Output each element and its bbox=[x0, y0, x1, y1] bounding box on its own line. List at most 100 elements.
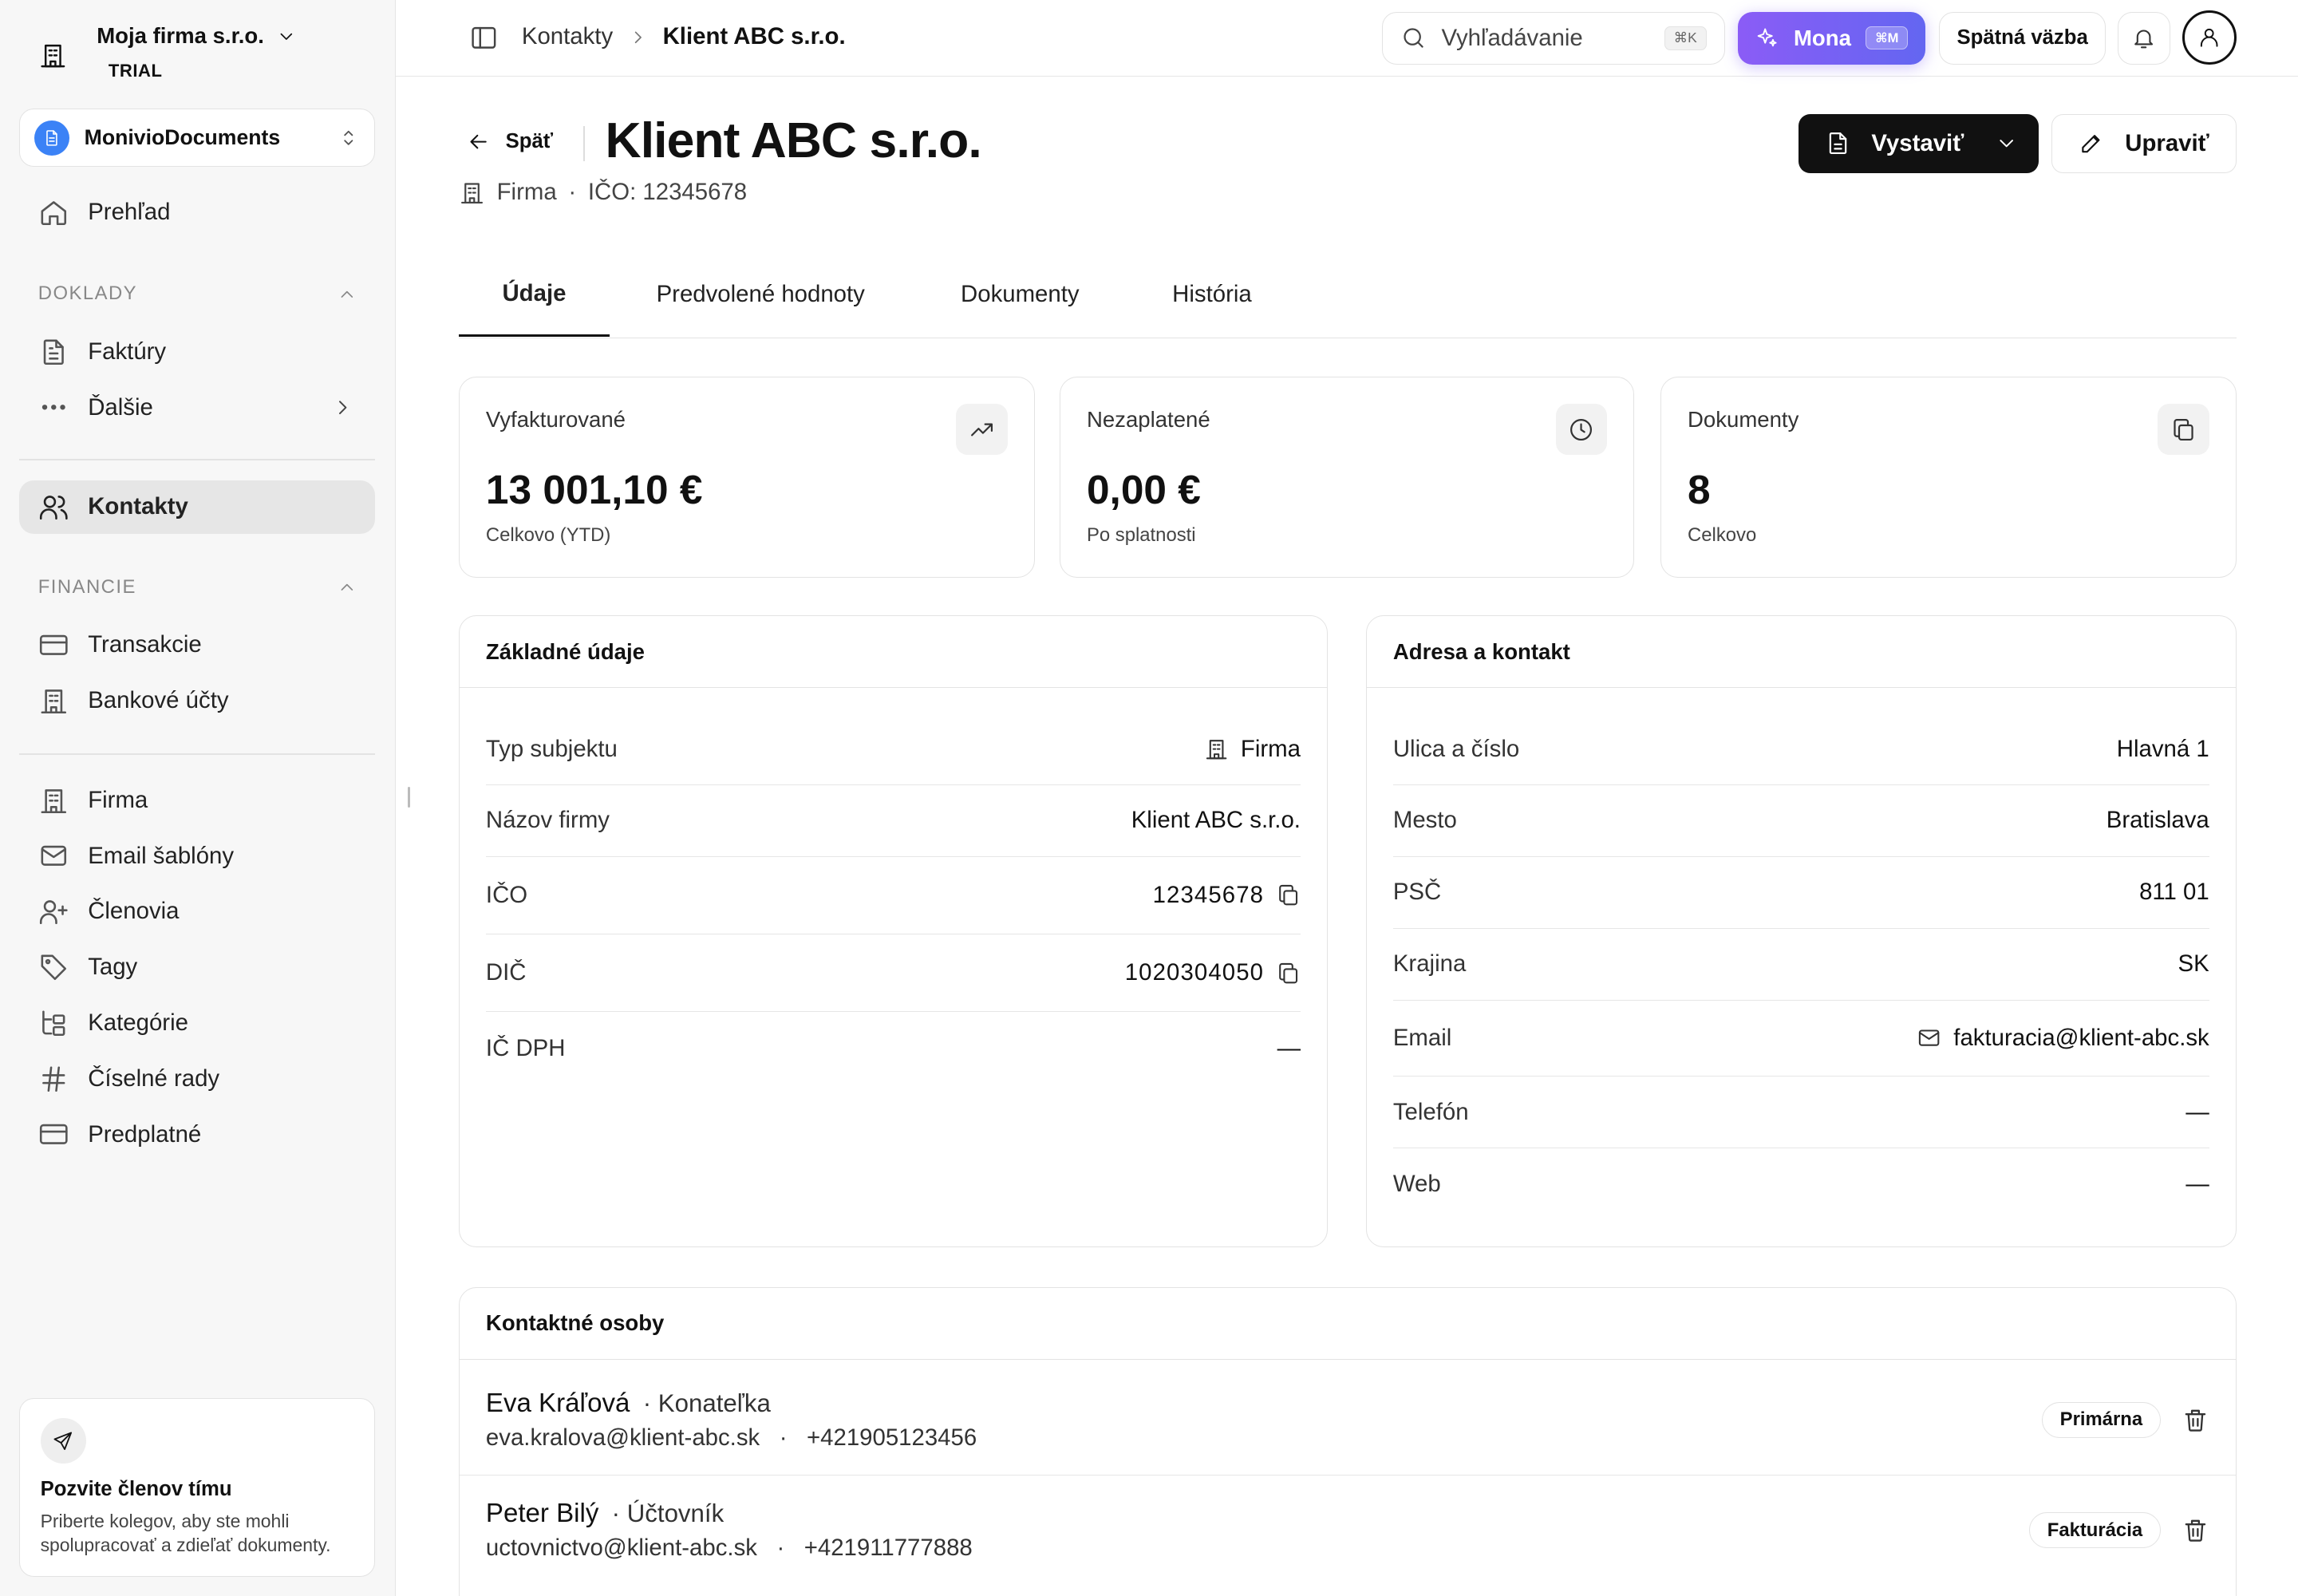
back-label: Späť bbox=[505, 129, 554, 152]
status-badge: Primárna bbox=[2041, 1401, 2162, 1438]
email-link[interactable]: fakturacia@klient-abc.sk bbox=[1953, 1025, 2209, 1052]
sidebar-item-categories[interactable]: Kategórie bbox=[19, 997, 375, 1049]
sidebar-item-label: Predplatné bbox=[88, 1120, 202, 1148]
row-value: Bratislava bbox=[2106, 807, 2209, 834]
sidebar-item-email-templates[interactable]: Email šablóny bbox=[19, 830, 375, 883]
panel-title: Adresa a kontakt bbox=[1366, 616, 2236, 689]
stat-card-invoiced: Vyfakturované 13 001,10 € Celkovo (YTD) bbox=[458, 377, 1035, 578]
building-icon bbox=[41, 788, 66, 813]
chevron-down-icon bbox=[280, 33, 292, 40]
sidebar-item-members[interactable]: Členovia bbox=[19, 885, 375, 938]
sidebar-item-label: Email šablóny bbox=[88, 842, 235, 869]
row-key: Názov firmy bbox=[485, 807, 610, 834]
basic-info-panel: Základné údaje Typ subjektu Firma Názov … bbox=[458, 615, 1329, 1248]
info-row: DIČ 1020304050 bbox=[485, 934, 1301, 1013]
stat-value: 0,00 € bbox=[1086, 466, 1201, 513]
sparkles-icon bbox=[1758, 28, 1777, 47]
mona-shortcut: ⌘M bbox=[1866, 26, 1909, 50]
row-value: 1020304050 bbox=[1124, 959, 1265, 986]
separator: · bbox=[776, 1535, 785, 1562]
search-placeholder: Vyhľadávanie bbox=[1441, 24, 1583, 51]
info-row: IČO 12345678 bbox=[485, 857, 1301, 934]
back-button[interactable]: Späť bbox=[466, 129, 553, 154]
sidebar-item-subscription[interactable]: Predplatné bbox=[19, 1108, 375, 1161]
org-switcher[interactable]: Moja firma s.r.o. TRIAL bbox=[38, 21, 297, 81]
info-row: Názov firmy Klient ABC s.r.o. bbox=[485, 785, 1301, 857]
panel-title: Kontaktné osoby bbox=[459, 1288, 2236, 1360]
sidebar-item-label: Faktúry bbox=[88, 338, 167, 365]
sidebar-item-more[interactable]: Ďalšie bbox=[19, 381, 375, 434]
sidebar-item-label: Prehľad bbox=[88, 199, 171, 226]
invite-title: Pozvite členov tímu bbox=[40, 1478, 232, 1501]
sidebar-item-transactions[interactable]: Transakcie bbox=[19, 618, 375, 671]
tag-icon bbox=[41, 954, 66, 980]
list-item[interactable]: Peter Bilý · Účtovník uctovnictvo@klient… bbox=[460, 1476, 2236, 1586]
address-panel: Adresa a kontakt Ulica a číslo Hlavná 1 … bbox=[1365, 615, 2237, 1248]
info-row: Web — bbox=[1393, 1148, 2209, 1220]
sidebar-item-bank-accounts[interactable]: Bankové účty bbox=[19, 674, 375, 727]
stat-label: Vyfakturované bbox=[485, 406, 626, 432]
person-phone[interactable]: +421911777888 bbox=[804, 1535, 973, 1561]
tab-documents[interactable]: Dokumenty bbox=[937, 252, 1104, 338]
copy-icon[interactable] bbox=[1276, 961, 1301, 986]
more-dots-icon bbox=[41, 405, 65, 410]
breadcrumb-parent[interactable]: Kontakty bbox=[522, 23, 613, 50]
divider bbox=[18, 458, 376, 460]
row-key: Mesto bbox=[1392, 807, 1457, 834]
user-plus-icon bbox=[39, 900, 68, 925]
issue-button[interactable]: Vystaviť bbox=[1798, 114, 2039, 173]
row-value: Klient ABC s.r.o. bbox=[1131, 807, 1301, 834]
sidebar-resize-handle[interactable] bbox=[407, 787, 411, 808]
person-phone[interactable]: +421905123456 bbox=[807, 1424, 977, 1451]
tabs: Údaje Predvolené hodnoty Dokumenty Histó… bbox=[458, 252, 2237, 339]
building-icon bbox=[460, 182, 483, 203]
search-input[interactable]: Vyhľadávanie ⌘K bbox=[1382, 11, 1725, 65]
sidebar-item-number-series[interactable]: Číselné rady bbox=[19, 1053, 375, 1105]
user-icon bbox=[2201, 29, 2218, 47]
info-row: Ulica a číslo Hlavná 1 bbox=[1392, 688, 2209, 785]
feedback-button[interactable]: Spätná väzba bbox=[1938, 11, 2106, 65]
mona-button[interactable]: Mona ⌘M bbox=[1738, 11, 1926, 65]
tab-history[interactable]: História bbox=[1151, 252, 1273, 338]
person-email[interactable]: uctovnictvo@klient-abc.sk bbox=[486, 1535, 757, 1561]
row-key: Typ subjektu bbox=[485, 736, 618, 763]
sidebar-item-tags[interactable]: Tagy bbox=[19, 941, 375, 994]
sidebar-item-company[interactable]: Firma bbox=[19, 774, 375, 827]
sidebar-item-contacts[interactable]: Kontakty bbox=[18, 480, 376, 534]
row-key: PSČ bbox=[1392, 879, 1442, 906]
row-value: 811 01 bbox=[2139, 879, 2209, 906]
row-key: IČO bbox=[485, 881, 528, 908]
sidebar-item-label: Bankové účty bbox=[88, 686, 229, 713]
edit-button[interactable]: Upraviť bbox=[2051, 114, 2237, 173]
pencil-icon bbox=[2082, 135, 2100, 153]
copy-icon[interactable] bbox=[1276, 883, 1301, 907]
stat-sub: Celkovo (YTD) bbox=[485, 523, 611, 546]
divider bbox=[583, 125, 585, 162]
sidebar-item-label: Tagy bbox=[88, 954, 138, 981]
workspace-selector[interactable]: MonivioDocuments bbox=[18, 108, 376, 168]
invite-card[interactable]: Pozvite členov tímu Priberte kolegov, ab… bbox=[18, 1398, 376, 1578]
person-email[interactable]: eva.kralova@klient-abc.sk bbox=[486, 1424, 760, 1451]
list-item[interactable]: Eva Kráľová · Konateľka eva.kralova@klie… bbox=[459, 1365, 2236, 1476]
sidebar-toggle-icon[interactable] bbox=[469, 23, 499, 53]
avatar[interactable] bbox=[2182, 10, 2237, 65]
notifications-button[interactable] bbox=[2118, 11, 2171, 65]
file-text-icon bbox=[1829, 132, 1846, 155]
sidebar-item-overview[interactable]: Prehľad bbox=[19, 186, 375, 239]
hash-icon bbox=[41, 1066, 65, 1092]
row-key: Ulica a číslo bbox=[1392, 736, 1520, 763]
separator: · bbox=[568, 179, 577, 206]
delete-button[interactable] bbox=[2182, 1406, 2209, 1434]
credit-card-icon bbox=[39, 634, 68, 655]
info-row: Mesto Bratislava bbox=[1392, 785, 2209, 857]
stat-card-unpaid: Nezaplatené 0,00 € Po splatnosti bbox=[1059, 377, 1634, 578]
tab-udaje[interactable]: Údaje bbox=[458, 252, 610, 338]
sidebar-item-invoices[interactable]: Faktúry bbox=[19, 326, 375, 378]
tab-defaults[interactable]: Predvolené hodnoty bbox=[632, 252, 890, 338]
mail-icon bbox=[1919, 1029, 1940, 1046]
page-title: Klient ABC s.r.o. bbox=[605, 112, 982, 168]
row-value: — bbox=[1277, 1035, 1301, 1062]
delete-button[interactable] bbox=[2182, 1516, 2209, 1544]
section-docs[interactable]: DOKLADY bbox=[38, 282, 357, 305]
section-finance[interactable]: FINANCIE bbox=[38, 576, 357, 598]
